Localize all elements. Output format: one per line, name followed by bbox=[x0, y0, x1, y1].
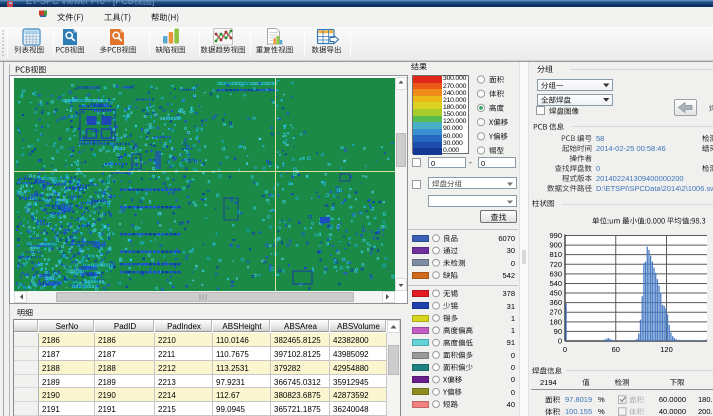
svg-text:810: 810 bbox=[549, 250, 562, 259]
svg-text:990: 990 bbox=[549, 231, 562, 240]
svg-text:630: 630 bbox=[549, 269, 562, 278]
svg-text:540: 540 bbox=[549, 279, 562, 288]
svg-text:450: 450 bbox=[549, 289, 562, 298]
svg-text:900: 900 bbox=[549, 241, 562, 250]
svg-text:270: 270 bbox=[549, 308, 562, 317]
svg-text:0: 0 bbox=[563, 345, 567, 354]
svg-text:180: 180 bbox=[549, 317, 562, 326]
svg-text:60: 60 bbox=[612, 345, 620, 354]
svg-text:720: 720 bbox=[549, 260, 562, 269]
svg-text:0: 0 bbox=[558, 337, 562, 346]
svg-text:120: 120 bbox=[660, 345, 673, 354]
svg-text:90: 90 bbox=[554, 327, 562, 336]
svg-text:360: 360 bbox=[549, 298, 562, 307]
